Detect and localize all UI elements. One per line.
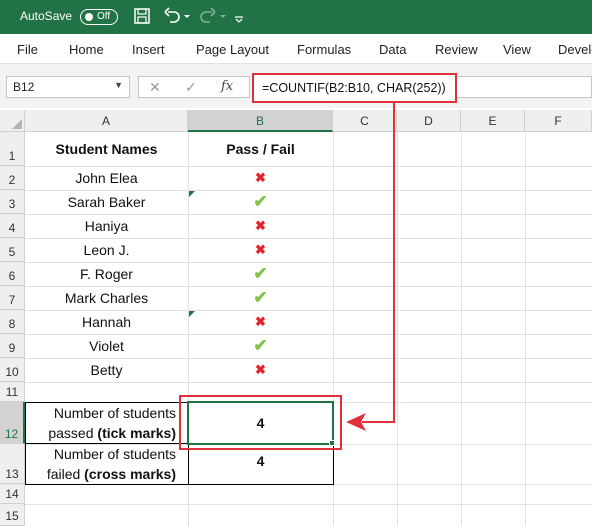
name-box[interactable]: B12 ▼ [6, 76, 130, 98]
student-name[interactable]: Mark Charles [25, 286, 188, 310]
row-header-6[interactable]: 6 [0, 262, 25, 286]
title-bar: AutoSave Off [0, 0, 592, 34]
tab-file[interactable]: File [17, 42, 38, 57]
row-header-11[interactable]: 11 [0, 382, 25, 402]
tick-mark[interactable]: ✔ [188, 262, 333, 286]
row-header-8[interactable]: 8 [0, 310, 25, 334]
spreadsheet-grid: A B C D E F 1 2 3 4 5 6 7 8 9 10 11 12 1… [0, 110, 592, 526]
cross-mark[interactable]: ✖ [188, 238, 333, 262]
header-student-names[interactable]: Student Names [25, 132, 188, 166]
name-box-value: B12 [13, 80, 35, 94]
ribbon-tabs: File Home Insert Page Layout Formulas Da… [0, 34, 592, 64]
student-name[interactable]: John Elea [25, 166, 188, 190]
passed-label-bold: (tick marks) [97, 425, 176, 441]
failed-label-bold: (cross marks) [84, 466, 176, 482]
tick-mark[interactable]: ✔ [188, 286, 333, 310]
select-all-icon [12, 119, 22, 129]
row-header-4[interactable]: 4 [0, 214, 25, 238]
redo-icon[interactable] [198, 6, 218, 26]
formula-buttons: ✕ ✓ fx [138, 76, 250, 98]
row-header-7[interactable]: 7 [0, 286, 25, 310]
row-header-10[interactable]: 10 [0, 358, 25, 382]
gridline [397, 132, 398, 526]
tab-developer[interactable]: Develo [558, 42, 592, 57]
cancel-icon[interactable]: ✕ [149, 79, 161, 96]
header-pass-fail[interactable]: Pass / Fail [188, 132, 333, 166]
formula-text[interactable]: =COUNTIF(B2:B10, CHAR(252)) [252, 73, 457, 103]
row-header-2[interactable]: 2 [0, 166, 25, 190]
column-header-b[interactable]: B [188, 110, 333, 132]
failed-label-line1: Number of students [53, 446, 176, 462]
gridline [25, 504, 592, 505]
failed-label-prefix: failed [46, 466, 85, 482]
tick-mark[interactable]: ✔ [188, 190, 333, 214]
row-header-9[interactable]: 9 [0, 334, 25, 358]
cross-mark[interactable]: ✖ [188, 358, 333, 382]
student-name[interactable]: Sarah Baker [25, 190, 188, 214]
undo-dropdown-icon[interactable] [182, 6, 192, 26]
customize-toolbar-icon[interactable] [232, 6, 246, 26]
tab-view[interactable]: View [503, 42, 531, 57]
column-header-f[interactable]: F [525, 110, 592, 132]
student-name[interactable]: Haniya [25, 214, 188, 238]
failed-count[interactable]: 4 [188, 444, 333, 484]
row-header-5[interactable]: 5 [0, 238, 25, 262]
autosave-toggle[interactable]: Off [80, 9, 118, 25]
row-header-3[interactable]: 3 [0, 190, 25, 214]
cross-mark[interactable]: ✖ [188, 166, 333, 190]
chevron-down-icon[interactable]: ▼ [114, 80, 123, 90]
passed-label-line2: passed (tick marks) [25, 423, 176, 443]
row-header-13[interactable]: 13 [0, 444, 25, 484]
student-name[interactable]: F. Roger [25, 262, 188, 286]
autosave-label: AutoSave [20, 9, 73, 23]
student-name[interactable]: Betty [25, 358, 188, 382]
cross-mark[interactable]: ✖ [188, 214, 333, 238]
passed-label-line1: Number of students [53, 405, 176, 421]
select-all-button[interactable] [0, 110, 25, 132]
row-header-14[interactable]: 14 [0, 484, 25, 504]
save-icon[interactable] [132, 6, 152, 26]
failed-label[interactable]: Number of students failed (cross marks) [25, 444, 188, 484]
passed-label[interactable]: Number of students passed (tick marks) [25, 403, 188, 443]
autosave-state: Off [97, 11, 111, 22]
gridline [461, 132, 462, 526]
column-header-d[interactable]: D [397, 110, 461, 132]
enter-icon[interactable]: ✓ [185, 79, 197, 96]
tab-home[interactable]: Home [69, 42, 104, 57]
tab-page-layout[interactable]: Page Layout [196, 42, 269, 57]
student-name[interactable]: Leon J. [25, 238, 188, 262]
error-indicator-icon[interactable] [189, 191, 195, 197]
annotation-highlight-box [179, 395, 342, 450]
row-header-1[interactable]: 1 [0, 132, 25, 166]
undo-icon[interactable] [162, 6, 182, 26]
toggle-knob [85, 13, 93, 21]
tab-data[interactable]: Data [379, 42, 406, 57]
tab-insert[interactable]: Insert [132, 42, 165, 57]
error-indicator-icon[interactable] [189, 311, 195, 317]
gridline [525, 132, 526, 526]
tab-review[interactable]: Review [435, 42, 478, 57]
column-header-a[interactable]: A [25, 110, 188, 132]
insert-function-icon[interactable]: fx [221, 79, 233, 94]
passed-label-prefix: passed [48, 425, 98, 441]
tab-formulas[interactable]: Formulas [297, 42, 351, 57]
redo-dropdown-icon[interactable] [218, 6, 228, 26]
student-name[interactable]: Hannah [25, 310, 188, 334]
row-header-12[interactable]: 12 [0, 402, 25, 444]
column-header-c[interactable]: C [333, 110, 397, 132]
cross-mark[interactable]: ✖ [188, 310, 333, 334]
column-header-e[interactable]: E [461, 110, 525, 132]
row-header-15[interactable]: 15 [0, 504, 25, 526]
student-name[interactable]: Violet [25, 334, 188, 358]
gridline [25, 382, 592, 383]
tick-mark[interactable]: ✔ [188, 334, 333, 358]
failed-label-line2: failed (cross marks) [25, 464, 176, 484]
